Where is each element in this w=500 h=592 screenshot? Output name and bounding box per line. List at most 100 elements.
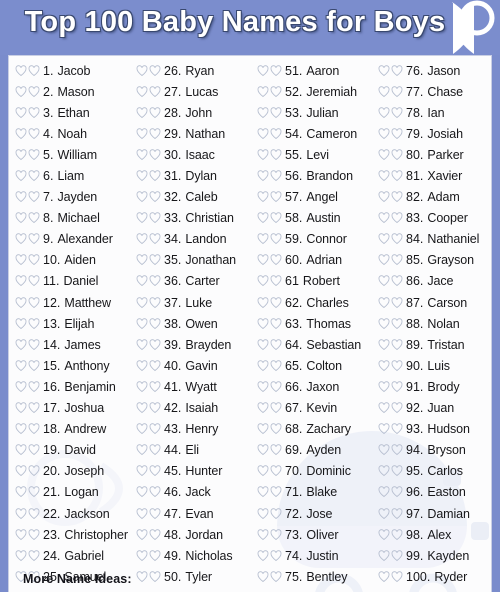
heart-outline-icon[interactable]: [28, 549, 40, 562]
name-row[interactable]: 97. Damian: [372, 503, 491, 524]
heart-outline-icon[interactable]: [136, 233, 148, 245]
favorite-hearts[interactable]: [136, 128, 161, 140]
heart-outline-icon[interactable]: [28, 360, 40, 372]
favorite-hearts[interactable]: [136, 64, 161, 77]
heart-outline-icon[interactable]: [28, 465, 40, 477]
name-row[interactable]: 55. Levi: [251, 144, 372, 165]
heart-outline-icon[interactable]: [391, 296, 403, 309]
name-row[interactable]: 87. Carson: [372, 292, 491, 313]
favorite-hearts[interactable]: [15, 128, 40, 140]
heart-outline-icon[interactable]: [15, 465, 27, 477]
heart-outline-icon[interactable]: [378, 571, 390, 583]
name-row[interactable]: 19. David: [9, 440, 130, 461]
heart-outline-icon[interactable]: [15, 360, 27, 372]
heart-outline-icon[interactable]: [28, 296, 40, 309]
heart-outline-icon[interactable]: [136, 486, 148, 498]
name-row[interactable]: 77. Chase: [372, 81, 491, 102]
name-row[interactable]: 95. Carlos: [372, 461, 491, 482]
name-row[interactable]: 12. Matthew: [9, 292, 130, 313]
name-row[interactable]: 1. Jacob: [9, 60, 130, 81]
name-row[interactable]: 28. John: [130, 102, 251, 123]
heart-outline-icon[interactable]: [257, 339, 269, 351]
name-row[interactable]: 52. Jeremiah: [251, 81, 372, 102]
heart-outline-icon[interactable]: [136, 465, 148, 477]
favorite-hearts[interactable]: [136, 212, 161, 224]
favorite-hearts[interactable]: [378, 360, 403, 372]
heart-outline-icon[interactable]: [391, 106, 403, 119]
heart-outline-icon[interactable]: [15, 64, 27, 77]
heart-outline-icon[interactable]: [257, 549, 269, 562]
heart-outline-icon[interactable]: [149, 233, 161, 245]
heart-outline-icon[interactable]: [28, 528, 40, 541]
name-row[interactable]: 34. Landon: [130, 229, 251, 250]
favorite-hearts[interactable]: [15, 549, 40, 562]
heart-outline-icon[interactable]: [149, 360, 161, 372]
heart-outline-icon[interactable]: [378, 170, 390, 182]
favorite-hearts[interactable]: [378, 64, 403, 77]
name-row[interactable]: 96. Easton: [372, 482, 491, 503]
favorite-hearts[interactable]: [15, 486, 40, 498]
heart-outline-icon[interactable]: [257, 402, 269, 414]
heart-outline-icon[interactable]: [257, 275, 269, 287]
favorite-hearts[interactable]: [378, 212, 403, 224]
favorite-hearts[interactable]: [15, 296, 40, 309]
favorite-hearts[interactable]: [15, 402, 40, 414]
heart-outline-icon[interactable]: [391, 317, 403, 330]
heart-outline-icon[interactable]: [136, 507, 148, 520]
name-row[interactable]: 70. Dominic: [251, 461, 372, 482]
name-row[interactable]: 44. Eli: [130, 440, 251, 461]
favorite-hearts[interactable]: [378, 85, 403, 98]
name-row[interactable]: 18. Andrew: [9, 419, 130, 440]
heart-outline-icon[interactable]: [15, 275, 27, 287]
heart-outline-icon[interactable]: [391, 486, 403, 498]
name-row[interactable]: 36. Carter: [130, 271, 251, 292]
name-row[interactable]: 88. Nolan: [372, 313, 491, 334]
name-row[interactable]: 65. Colton: [251, 355, 372, 376]
heart-outline-icon[interactable]: [28, 233, 40, 245]
heart-outline-icon[interactable]: [378, 402, 390, 414]
favorite-hearts[interactable]: [136, 528, 161, 541]
heart-outline-icon[interactable]: [28, 254, 40, 266]
heart-outline-icon[interactable]: [15, 339, 27, 351]
heart-outline-icon[interactable]: [391, 360, 403, 372]
heart-outline-icon[interactable]: [149, 571, 161, 583]
heart-outline-icon[interactable]: [391, 528, 403, 541]
heart-outline-icon[interactable]: [257, 528, 269, 541]
name-row[interactable]: 17. Joshua: [9, 398, 130, 419]
favorite-hearts[interactable]: [257, 507, 282, 520]
favorite-hearts[interactable]: [378, 128, 403, 140]
name-row[interactable]: 11. Daniel: [9, 271, 130, 292]
heart-outline-icon[interactable]: [270, 317, 282, 330]
heart-outline-icon[interactable]: [136, 85, 148, 98]
favorite-hearts[interactable]: [378, 486, 403, 498]
favorite-hearts[interactable]: [257, 486, 282, 498]
heart-outline-icon[interactable]: [28, 170, 40, 182]
name-row[interactable]: 23. Christopher: [9, 524, 130, 545]
name-row[interactable]: 8. Michael: [9, 208, 130, 229]
name-row[interactable]: 75. Bentley: [251, 566, 372, 587]
heart-outline-icon[interactable]: [257, 507, 269, 520]
favorite-hearts[interactable]: [378, 254, 403, 266]
favorite-hearts[interactable]: [378, 507, 403, 520]
heart-outline-icon[interactable]: [149, 317, 161, 330]
favorite-hearts[interactable]: [15, 85, 40, 98]
favorite-hearts[interactable]: [136, 381, 161, 393]
heart-outline-icon[interactable]: [378, 444, 390, 456]
name-row[interactable]: 61 Robert: [251, 271, 372, 292]
heart-outline-icon[interactable]: [136, 275, 148, 287]
name-row[interactable]: 91. Brody: [372, 376, 491, 397]
name-row[interactable]: 69. Ayden: [251, 440, 372, 461]
name-row[interactable]: 29. Nathan: [130, 123, 251, 144]
name-row[interactable]: 21. Logan: [9, 482, 130, 503]
heart-outline-icon[interactable]: [149, 339, 161, 351]
heart-outline-icon[interactable]: [391, 571, 403, 583]
heart-outline-icon[interactable]: [257, 317, 269, 330]
favorite-hearts[interactable]: [257, 339, 282, 351]
heart-outline-icon[interactable]: [149, 149, 161, 161]
heart-outline-icon[interactable]: [136, 423, 148, 435]
heart-outline-icon[interactable]: [15, 296, 27, 309]
heart-outline-icon[interactable]: [257, 233, 269, 245]
favorite-hearts[interactable]: [136, 170, 161, 182]
heart-outline-icon[interactable]: [378, 128, 390, 140]
heart-outline-icon[interactable]: [149, 128, 161, 140]
